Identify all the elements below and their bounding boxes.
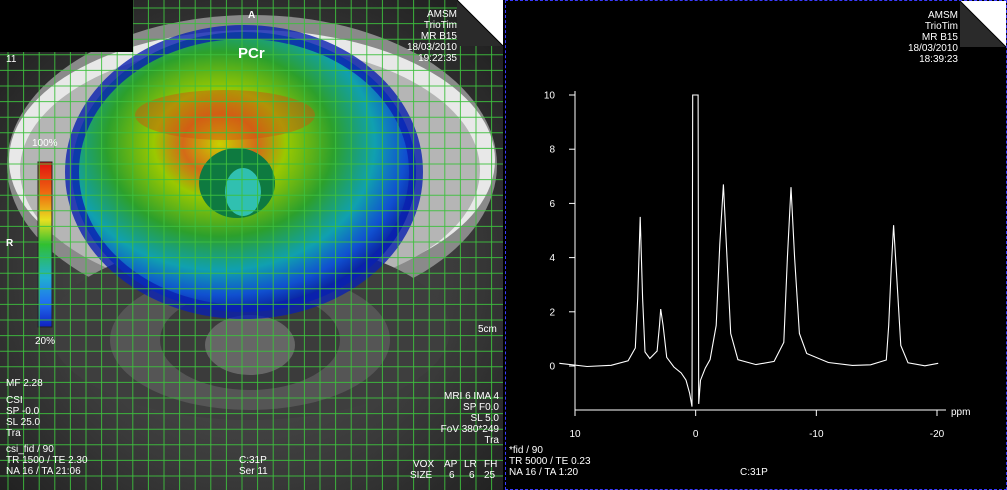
right-info-protocol: *fid / 90 <box>509 445 543 456</box>
x-tick-label: -20 <box>930 429 945 440</box>
info-series: Ser 11 <box>239 466 268 477</box>
info-sequence: CSI <box>6 395 23 406</box>
metabolite-label: PCr <box>238 45 265 62</box>
vox-fh-header: FH <box>484 459 498 470</box>
vox-ap-value: 6 <box>449 470 455 481</box>
spectrum-series-line <box>559 94 939 407</box>
vox-fh-value: 25 <box>484 470 496 481</box>
y-tick-label: 8 <box>549 145 555 156</box>
info-coil: C:31P <box>239 455 267 466</box>
csi-voxel-grid <box>0 0 503 490</box>
info-na-ta: NA 16 / TA 21:06 <box>6 466 81 477</box>
y-tick-label: 2 <box>549 307 555 318</box>
x-tick-label: 0 <box>693 429 699 440</box>
anonymized-region <box>0 0 133 52</box>
spectrum-chart: 0 2 4 6 8 10 10 0 -10 -20 ppm <box>544 91 971 441</box>
scale-label: 5cm <box>478 324 497 335</box>
info-mri-ima: MRI 6 IMA 4 <box>443 391 499 402</box>
info-sp: SP -0.0 <box>6 406 40 417</box>
info-orientation: Tra <box>6 428 21 439</box>
info-sp-f: SP F0.0 <box>463 402 499 413</box>
info-mf: MF 2.28 <box>6 378 43 389</box>
info-protocol: csi_fid / 90 <box>6 444 54 455</box>
vox-lr-value: 6 <box>469 470 475 481</box>
left-header-time: 19:22:35 <box>418 53 457 64</box>
colorbar-min-label: 20% <box>35 336 56 347</box>
x-tick-label: -10 <box>809 429 824 440</box>
info-fov: FoV 380*249 <box>440 424 499 435</box>
left-header-date: 18/03/2010 <box>406 42 457 53</box>
page-corner-icon[interactable] <box>457 0 503 46</box>
vox-size-label: SIZE <box>410 470 433 481</box>
y-tick-label: 4 <box>549 253 555 264</box>
right-info-tr-te: TR 5000 / TE 0.23 <box>509 456 591 467</box>
info-sl-r: SL 5.0 <box>470 413 499 424</box>
y-tick-label: 6 <box>549 199 555 210</box>
y-tick-label: 10 <box>544 91 556 102</box>
info-orientation-r: Tra <box>484 435 499 446</box>
y-tick-label: 0 <box>549 362 555 373</box>
left-header-software: MR B15 <box>420 31 457 42</box>
x-axis-label: ppm <box>951 407 970 418</box>
vox-ap-header: AP <box>444 459 458 470</box>
slice-number: 11 <box>6 54 17 65</box>
orientation-right-label: R <box>6 238 14 249</box>
right-info-na-ta: NA 16 / TA 1:20 <box>509 467 579 478</box>
left-header-scanner: TrioTim <box>423 20 457 31</box>
vox-label: VOX <box>413 459 435 470</box>
info-tr-te: TR 1500 / TE 2.30 <box>6 455 88 466</box>
colorbar-max-label: 100% <box>32 138 58 149</box>
x-tick-label: 10 <box>569 429 581 440</box>
spectrum-viewport[interactable]: AMSM TrioTim MR B15 18/03/2010 18:39:23 … <box>505 0 1007 490</box>
vox-lr-header: LR <box>464 459 477 470</box>
right-info-coil: C:31P <box>740 467 768 478</box>
info-sl: SL 25.0 <box>6 417 41 428</box>
csi-map-viewport[interactable]: A R PCr 11 AMSM TrioTim MR B15 18/03/201… <box>0 0 503 490</box>
left-header-site: AMSM <box>427 9 457 20</box>
orientation-anterior-label: A <box>248 10 256 21</box>
